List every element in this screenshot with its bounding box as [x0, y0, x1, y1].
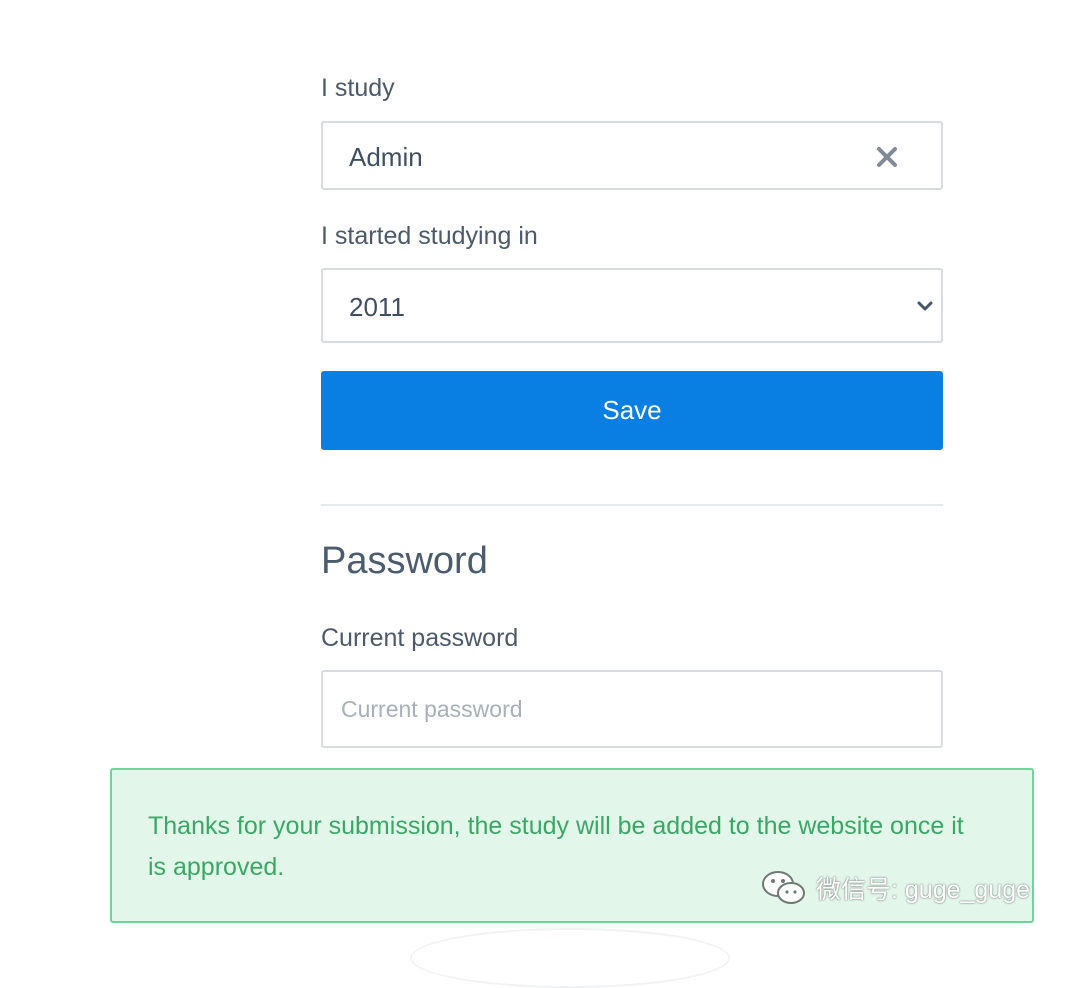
start-year-select[interactable]: 2011: [321, 268, 943, 343]
current-password-input[interactable]: [321, 670, 943, 748]
study-label: I study: [321, 74, 395, 102]
section-divider: [321, 504, 943, 506]
bottom-decoration: [410, 928, 730, 988]
save-button[interactable]: Save: [321, 371, 943, 450]
password-section-title: Password: [321, 540, 488, 582]
start-year-label: I started studying in: [321, 222, 538, 250]
wechat-icon: [760, 868, 808, 908]
watermark: 微信号: guge_guge: [760, 868, 1030, 908]
current-password-label: Current password: [321, 624, 519, 652]
study-value: Admin: [349, 142, 423, 172]
chevron-down-icon: [917, 298, 933, 314]
study-select[interactable]: Admin: [321, 121, 943, 190]
start-year-value: 2011: [349, 292, 405, 322]
close-icon[interactable]: [875, 145, 899, 169]
watermark-text: 微信号: guge_guge: [816, 876, 1031, 904]
